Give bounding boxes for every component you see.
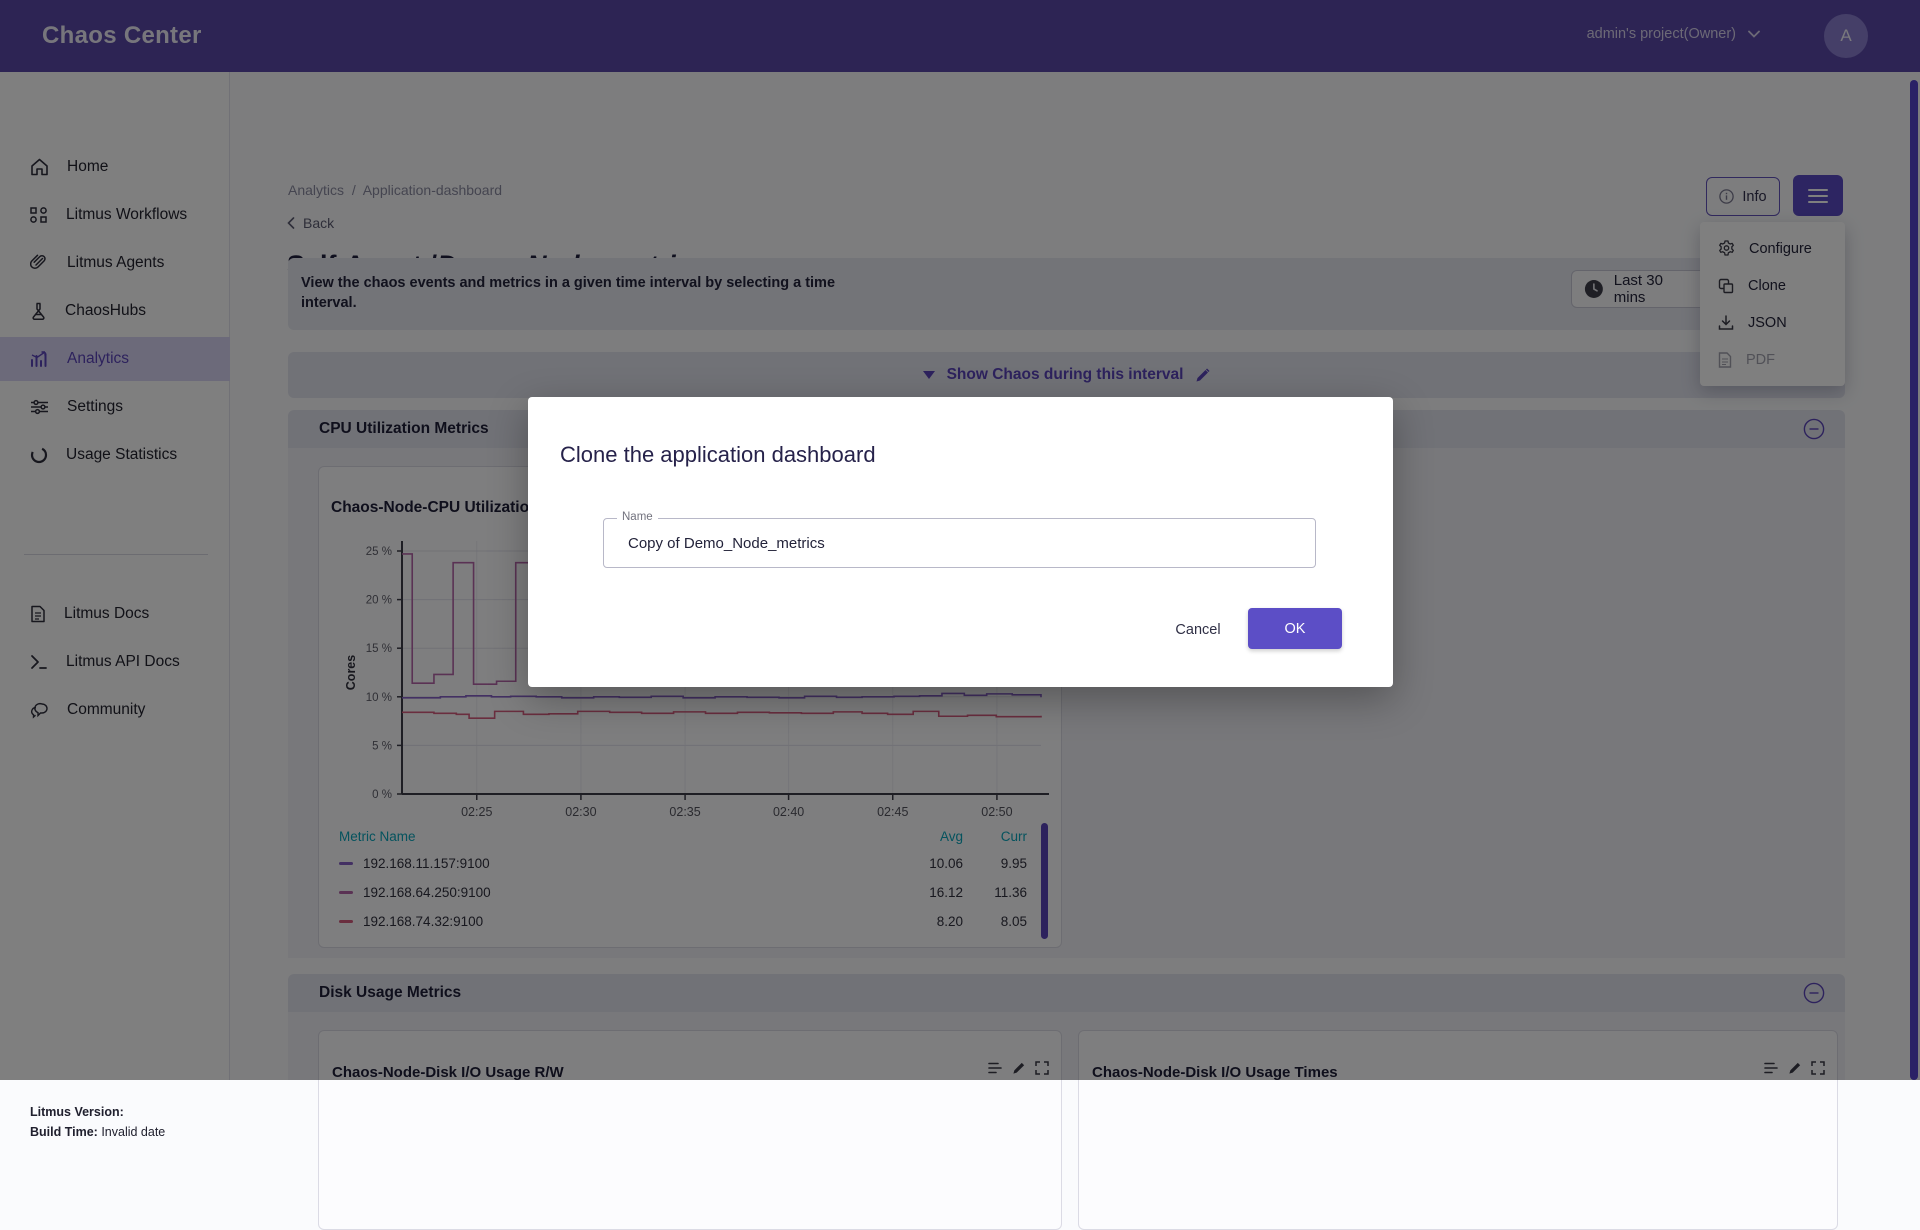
ok-button[interactable]: OK [1248,608,1342,649]
name-field: Name [603,518,1316,568]
build-time-label: Build Time: [30,1125,98,1139]
clone-dashboard-modal: Clone the application dashboard Name Can… [528,397,1393,687]
version-info: Litmus Version: Build Time: Invalid date [30,1102,165,1142]
litmus-version-label: Litmus Version: [30,1105,124,1119]
name-input[interactable] [604,519,1315,567]
cancel-button[interactable]: Cancel [1158,612,1238,648]
modal-title: Clone the application dashboard [560,442,876,468]
build-time-value: Invalid date [101,1125,165,1139]
